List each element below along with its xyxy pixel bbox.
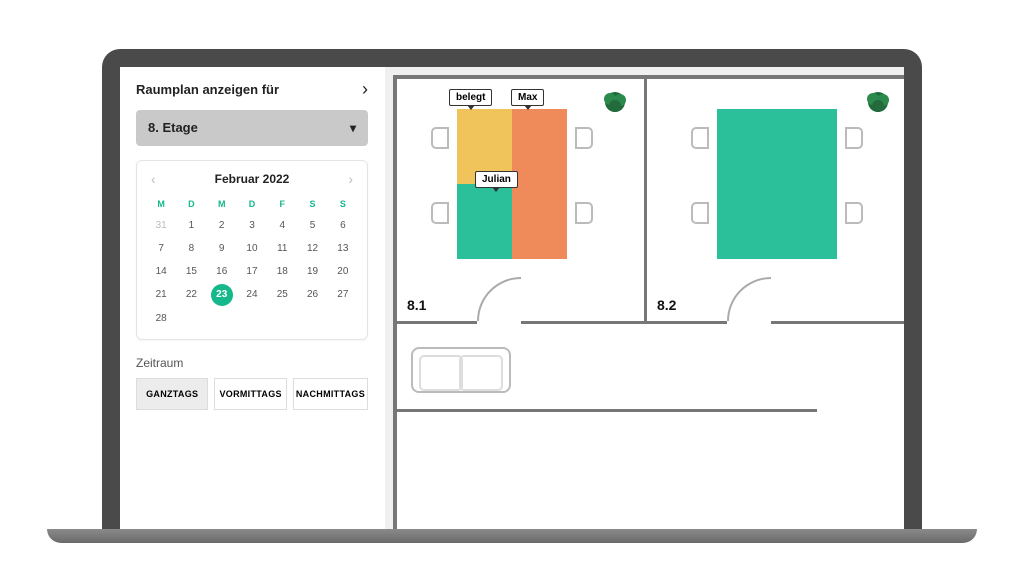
calendar-day[interactable]: 27 [329, 284, 357, 306]
calendar-day[interactable]: 19 [298, 261, 326, 282]
calendar-day[interactable]: 10 [238, 238, 266, 259]
calendar-day[interactable]: 20 [329, 261, 357, 282]
calendar-day-prev[interactable]: 31 [147, 215, 175, 236]
calendar: ‹ Februar 2022 › MDMDFSS3112345678910111… [136, 160, 368, 340]
calendar-day[interactable]: 6 [329, 215, 357, 236]
chair-icon [431, 202, 449, 224]
calendar-day[interactable]: 7 [147, 238, 175, 259]
calendar-day[interactable]: 4 [268, 215, 296, 236]
desk-cluster-8-1: belegt Max Julian [457, 109, 567, 259]
calendar-day[interactable]: 5 [298, 215, 326, 236]
chair-icon [575, 127, 593, 149]
desk-cluster-8-2 [717, 109, 837, 259]
floor-select-value: 8. Etage [148, 120, 198, 135]
floor-select[interactable]: 8. Etage ▾ [136, 110, 368, 146]
plant-icon [863, 87, 893, 117]
calendar-day[interactable]: 2 [208, 215, 236, 236]
desk-tag-max: Max [511, 89, 544, 106]
calendar-day[interactable]: 13 [329, 238, 357, 259]
zeitraum-label: Zeitraum [136, 356, 368, 370]
calendar-day[interactable]: 14 [147, 261, 175, 282]
calendar-month-label: Februar 2022 [215, 172, 290, 186]
door-arc-icon [727, 277, 771, 321]
calendar-day[interactable]: 1 [177, 215, 205, 236]
calendar-grid: MDMDFSS311234567891011121314151617181920… [147, 195, 357, 329]
chair-icon [691, 202, 709, 224]
desk-tag-belegt: belegt [449, 89, 492, 106]
building-outline: belegt Max Julian 8.1 [393, 75, 904, 529]
calendar-day[interactable]: 9 [208, 238, 236, 259]
calendar-day[interactable]: 23 [211, 284, 233, 306]
calendar-day[interactable]: 18 [268, 261, 296, 282]
door-arc-icon [477, 277, 521, 321]
calendar-prev-button[interactable]: ‹ [147, 171, 160, 187]
calendar-dow: S [329, 195, 357, 213]
plant-icon [600, 87, 630, 117]
zeitraum-option[interactable]: VORMITTAGS [214, 378, 286, 410]
laptop-frame: Raumplan anzeigen für › 8. Etage ▾ ‹ Feb… [102, 49, 922, 529]
desk-8-2-br[interactable] [777, 184, 837, 259]
desk-8-2-tl[interactable] [717, 109, 777, 184]
sidebar: Raumplan anzeigen für › 8. Etage ▾ ‹ Feb… [120, 67, 385, 529]
calendar-dow: D [238, 195, 266, 213]
zeitraum-option[interactable]: NACHMITTAGS [293, 378, 368, 410]
chair-icon [431, 127, 449, 149]
calendar-dow: S [298, 195, 326, 213]
desk-8-1-bl[interactable] [457, 184, 512, 259]
calendar-day[interactable]: 22 [177, 284, 205, 306]
room-8-2[interactable]: 8.2 [647, 79, 904, 324]
chair-icon [691, 127, 709, 149]
room-8-1[interactable]: belegt Max Julian 8.1 [397, 79, 647, 324]
desk-8-1-br[interactable] [512, 184, 567, 259]
calendar-day[interactable]: 3 [238, 215, 266, 236]
calendar-day[interactable]: 26 [298, 284, 326, 306]
calendar-day[interactable]: 25 [268, 284, 296, 306]
desk-8-2-tr[interactable] [777, 109, 837, 184]
calendar-day[interactable]: 8 [177, 238, 205, 259]
calendar-day[interactable]: 15 [177, 261, 205, 282]
sofa-icon [411, 347, 511, 393]
zeitraum-option[interactable]: GANZTAGS [136, 378, 208, 410]
calendar-dow: M [208, 195, 236, 213]
calendar-day[interactable]: 11 [268, 238, 296, 259]
chair-icon [845, 127, 863, 149]
calendar-day[interactable]: 21 [147, 284, 175, 306]
room-label: 8.1 [407, 297, 426, 313]
app-screen: Raumplan anzeigen für › 8. Etage ▾ ‹ Feb… [120, 67, 904, 529]
desk-8-1-tr[interactable] [512, 109, 567, 184]
calendar-dow: D [177, 195, 205, 213]
zeitraum-options: GANZTAGSVORMITTAGSNACHMITTAGS [136, 378, 368, 410]
calendar-dow: F [268, 195, 296, 213]
calendar-day[interactable]: 28 [147, 308, 175, 329]
calendar-day[interactable]: 17 [238, 261, 266, 282]
calendar-dow: M [147, 195, 175, 213]
corridor-gap [817, 407, 904, 413]
floorplan-area: belegt Max Julian 8.1 [385, 67, 904, 529]
desk-8-2-bl[interactable] [717, 184, 777, 259]
calendar-day[interactable]: 12 [298, 238, 326, 259]
chair-icon [575, 202, 593, 224]
laptop-base [47, 529, 977, 543]
calendar-day[interactable]: 24 [238, 284, 266, 306]
calendar-header: ‹ Februar 2022 › [147, 171, 357, 187]
calendar-day[interactable]: 16 [208, 261, 236, 282]
chevron-down-icon: ▾ [350, 121, 356, 135]
calendar-next-button[interactable]: › [344, 171, 357, 187]
chair-icon [845, 202, 863, 224]
room-label: 8.2 [657, 297, 676, 313]
desk-tag-julian: Julian [475, 171, 518, 188]
section-title-row: Raumplan anzeigen für › [136, 79, 368, 100]
chevron-right-icon[interactable]: › [362, 79, 368, 100]
section-title: Raumplan anzeigen für [136, 82, 279, 97]
